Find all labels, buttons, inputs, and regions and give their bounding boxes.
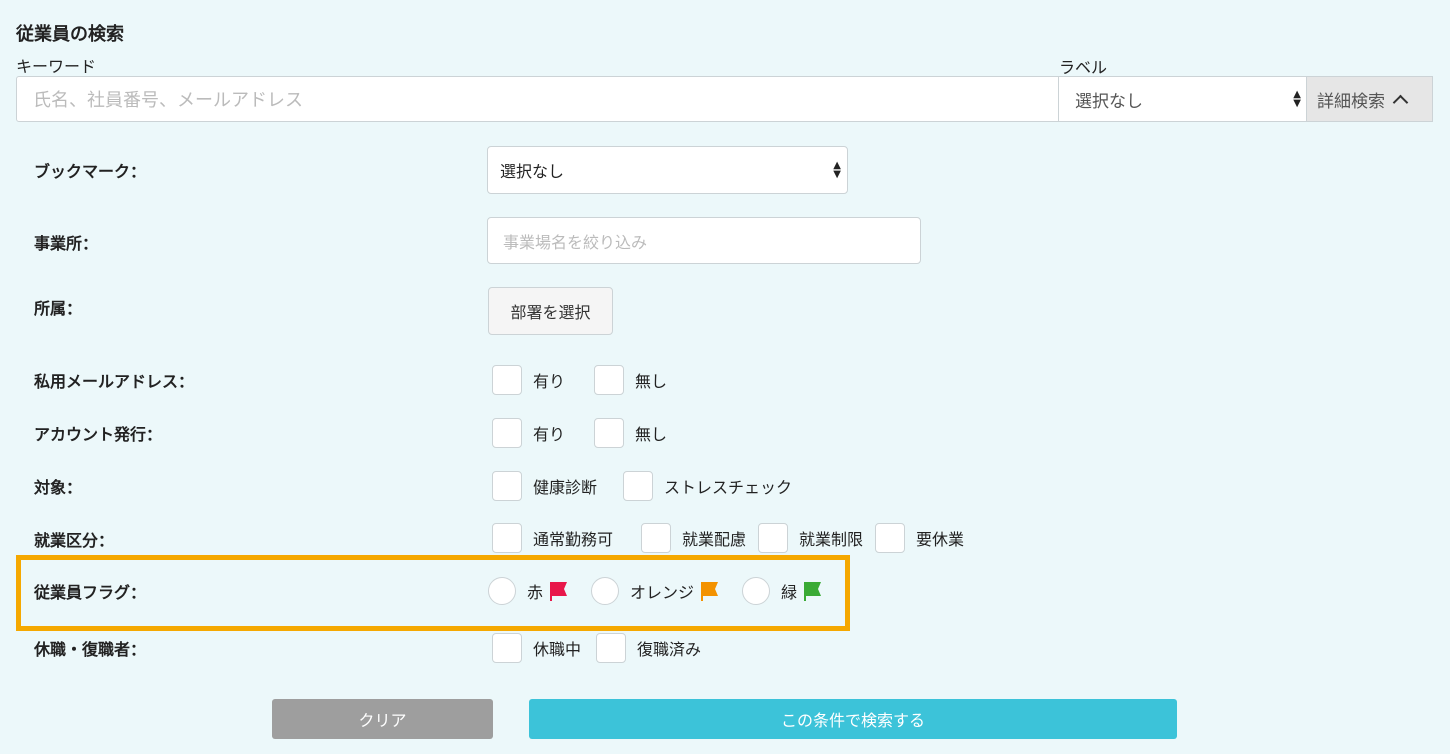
checkbox[interactable] — [492, 523, 522, 553]
office-placeholder: 事業場名を絞り込み — [503, 232, 648, 252]
checkbox-label: 有り — [533, 372, 566, 391]
checkbox-option[interactable]: 休職中 — [492, 633, 581, 663]
checkbox-label: 復職済み — [637, 640, 702, 659]
work-category-options: 通常勤務可 就業配慮 就業制限 要休業 — [492, 523, 976, 553]
chevron-up-icon — [1392, 94, 1409, 110]
checkbox-label: 有り — [533, 425, 566, 444]
leave-options: 休職中 復職済み — [492, 633, 713, 663]
checkbox[interactable] — [492, 365, 522, 395]
page-title: 従業員の検索 — [16, 24, 124, 45]
checkbox-option[interactable]: 復職済み — [596, 633, 701, 663]
detail-search-label: 詳細検索 — [1317, 91, 1385, 112]
checkbox-label: 就業制限 — [799, 530, 864, 549]
label-filter-label: ラベル — [1059, 58, 1108, 77]
checkbox[interactable] — [492, 471, 522, 501]
checkbox-label: 無し — [635, 372, 668, 391]
radio-label: 緑 — [781, 583, 798, 602]
office-filter-input[interactable]: 事業場名を絞り込み — [487, 217, 921, 264]
orange-flag-icon — [701, 582, 719, 601]
checkbox-label: 就業配慮 — [682, 530, 747, 549]
checkbox[interactable] — [596, 633, 627, 663]
private-email-label: 私用メールアドレス： — [34, 372, 195, 391]
affiliation-label: 所属： — [34, 299, 83, 318]
checkbox[interactable] — [758, 523, 789, 553]
checkbox-label: 無し — [635, 425, 668, 444]
private-email-options: 有り 無し — [492, 365, 679, 395]
radio-button[interactable] — [742, 577, 771, 605]
bookmark-label: ブックマーク： — [34, 162, 147, 181]
detail-search-toggle[interactable]: 詳細検索 — [1306, 76, 1433, 122]
red-flag-icon — [550, 582, 568, 601]
checkbox[interactable] — [492, 633, 522, 663]
radio-label: 赤 — [527, 583, 544, 602]
keyword-label: キーワード — [16, 57, 97, 76]
clear-button[interactable]: クリア — [272, 699, 493, 739]
checkbox-option[interactable]: 通常勤務可 — [492, 523, 613, 553]
green-flag-icon — [804, 582, 822, 601]
checkbox-option[interactable]: 就業制限 — [758, 523, 863, 553]
checkbox-option[interactable]: ストレスチェック — [623, 471, 792, 501]
updown-arrows-icon: ▲ ▼ — [1293, 89, 1301, 109]
target-options: 健康診断 ストレスチェック — [492, 471, 804, 501]
radio-option-green[interactable]: 緑 — [742, 577, 823, 605]
employee-flag-options: 赤 オレンジ 緑 — [488, 576, 835, 606]
checkbox-label: 休職中 — [533, 640, 582, 659]
office-label: 事業所： — [34, 234, 99, 253]
checkbox-option[interactable]: 就業配慮 — [641, 523, 746, 553]
checkbox[interactable] — [492, 418, 522, 448]
account-issued-options: 有り 無し — [492, 418, 679, 448]
checkbox[interactable] — [594, 365, 625, 395]
checkbox[interactable] — [641, 523, 672, 553]
label-select[interactable]: 選択なし ▲ ▼ — [1058, 76, 1307, 122]
bookmark-select-value: 選択なし — [500, 162, 565, 181]
radio-option-red[interactable]: 赤 — [488, 577, 569, 605]
radio-option-orange[interactable]: オレンジ — [591, 577, 720, 605]
checkbox-label: 健康診断 — [533, 478, 598, 497]
checkbox-option[interactable]: 無し — [594, 418, 667, 448]
updown-arrows-icon: ▲ ▼ — [833, 160, 841, 180]
checkbox[interactable] — [875, 523, 906, 553]
checkbox-option[interactable]: 要休業 — [875, 523, 964, 553]
employee-flag-label: 従業員フラグ： — [34, 583, 147, 602]
checkbox-option[interactable]: 健康診断 — [492, 471, 597, 501]
label-select-value: 選択なし — [1075, 91, 1143, 112]
radio-button[interactable] — [591, 577, 620, 605]
checkbox[interactable] — [594, 418, 625, 448]
checkbox-option[interactable]: 有り — [492, 418, 565, 448]
leave-label: 休職・復職者： — [34, 640, 147, 659]
select-department-button[interactable]: 部署を選択 — [488, 287, 613, 335]
checkbox-label: ストレスチェック — [664, 478, 793, 497]
bookmark-select[interactable]: 選択なし ▲ ▼ — [487, 146, 848, 194]
target-label: 対象： — [34, 478, 83, 497]
account-issued-label: アカウント発行： — [34, 425, 163, 444]
checkbox-option[interactable]: 有り — [492, 365, 565, 395]
search-button[interactable]: この条件で検索する — [529, 699, 1177, 739]
keyword-placeholder: 氏名、社員番号、メールアドレス — [33, 90, 303, 111]
radio-label: オレンジ — [630, 583, 695, 602]
checkbox[interactable] — [623, 471, 654, 501]
checkbox-label: 通常勤務可 — [533, 530, 614, 549]
keyword-input[interactable]: 氏名、社員番号、メールアドレス — [16, 76, 1059, 122]
radio-button[interactable] — [488, 577, 516, 605]
work-category-label: 就業区分： — [34, 531, 115, 550]
checkbox-option[interactable]: 無し — [594, 365, 667, 395]
checkbox-label: 要休業 — [916, 530, 965, 549]
